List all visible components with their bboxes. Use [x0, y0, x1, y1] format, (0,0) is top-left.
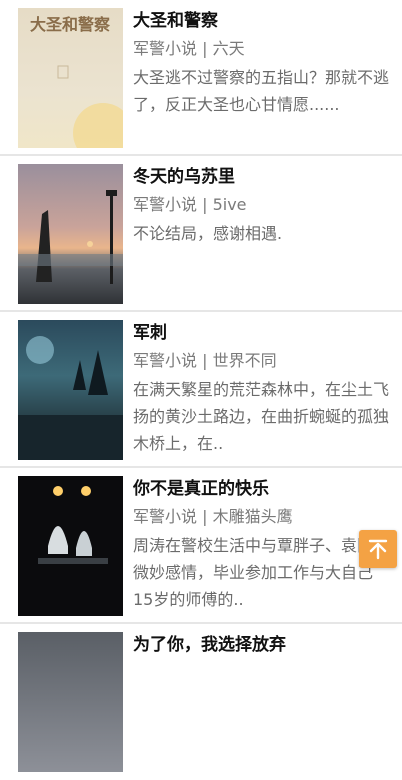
book-author[interactable]: 5ive	[213, 195, 247, 214]
book-title[interactable]: 大圣和警察	[133, 8, 392, 34]
book-title[interactable]: 冬天的乌苏里	[133, 164, 392, 190]
book-meta: 军警小说 | 六天	[133, 35, 392, 63]
meta-separator: |	[197, 39, 213, 58]
book-list-item[interactable]: 大圣和警察 大圣和警察 军警小说 | 六天 大圣逃不过警察的五指山？那就不逃了，…	[0, 0, 402, 156]
book-meta: 军警小说 | 5ive	[133, 191, 392, 219]
book-category[interactable]: 军警小说	[133, 39, 197, 58]
book-info: 为了你，我选择放弃	[133, 632, 392, 658]
scroll-to-top-button[interactable]	[359, 530, 397, 568]
book-list-item[interactable]: 军刺 军警小说 | 世界不同 在满天繁星的荒茫森林中，在尘土飞扬的黄沙土路边，在…	[0, 312, 402, 468]
book-info: 大圣和警察 军警小说 | 六天 大圣逃不过警察的五指山？那就不逃了，反正大圣也心…	[133, 8, 392, 118]
book-author[interactable]: 世界不同	[213, 351, 277, 370]
arrow-up-to-top-icon	[368, 539, 388, 560]
book-category[interactable]: 军警小说	[133, 195, 197, 214]
cover-art: 大圣和警察	[30, 15, 123, 148]
book-info: 你不是真正的快乐 军警小说 | 木雕猫头鹰 周涛在警校生活中与覃胖子、袁队的微妙…	[133, 476, 392, 613]
cover-art	[18, 190, 123, 284]
book-cover[interactable]: 大圣和警察	[18, 8, 123, 148]
book-cover[interactable]	[18, 320, 123, 460]
book-description: 周涛在警校生活中与覃胖子、袁队的微妙感情，毕业参加工作与大自己15岁的师傅的..	[133, 536, 390, 609]
book-meta: 军警小说 | 木雕猫头鹰	[133, 503, 392, 531]
book-category[interactable]: 军警小说	[133, 351, 197, 370]
meta-separator: |	[197, 195, 213, 214]
book-list: 大圣和警察 大圣和警察 军警小说 | 六天 大圣逃不过警察的五指山？那就不逃了，…	[0, 0, 402, 780]
book-list-item[interactable]: 冬天的乌苏里 军警小说 | 5ive 不论结局，感谢相遇.	[0, 156, 402, 312]
book-description: 不论结局，感谢相遇.	[133, 224, 283, 243]
book-info: 冬天的乌苏里 军警小说 | 5ive 不论结局，感谢相遇.	[133, 164, 392, 247]
book-cover[interactable]	[18, 632, 123, 772]
book-description: 在满天繁星的荒茫森林中，在尘土飞扬的黄沙土路边，在曲折蜿蜒的孤独木桥上，在..	[133, 380, 390, 453]
book-title[interactable]: 为了你，我选择放弃	[133, 632, 392, 658]
book-description: 大圣逃不过警察的五指山？那就不逃了，反正大圣也心甘情愿......	[133, 68, 390, 114]
book-title[interactable]: 军刺	[133, 320, 392, 346]
book-cover[interactable]	[18, 164, 123, 304]
book-meta: 军警小说 | 世界不同	[133, 347, 392, 375]
book-info: 军刺 军警小说 | 世界不同 在满天繁星的荒茫森林中，在尘土飞扬的黄沙土路边，在…	[133, 320, 392, 457]
book-list-item[interactable]: 为了你，我选择放弃	[0, 624, 402, 780]
book-cover[interactable]	[18, 476, 123, 616]
book-title[interactable]: 你不是真正的快乐	[133, 476, 392, 502]
cover-art	[38, 486, 108, 564]
meta-separator: |	[197, 507, 213, 526]
cover-title-text: 大圣和警察	[30, 15, 111, 34]
book-author[interactable]: 六天	[213, 39, 245, 58]
meta-separator: |	[197, 351, 213, 370]
cover-art	[18, 336, 123, 460]
book-category[interactable]: 军警小说	[133, 507, 197, 526]
book-author[interactable]: 木雕猫头鹰	[213, 507, 293, 526]
book-list-item[interactable]: 你不是真正的快乐 军警小说 | 木雕猫头鹰 周涛在警校生活中与覃胖子、袁队的微妙…	[0, 468, 402, 624]
